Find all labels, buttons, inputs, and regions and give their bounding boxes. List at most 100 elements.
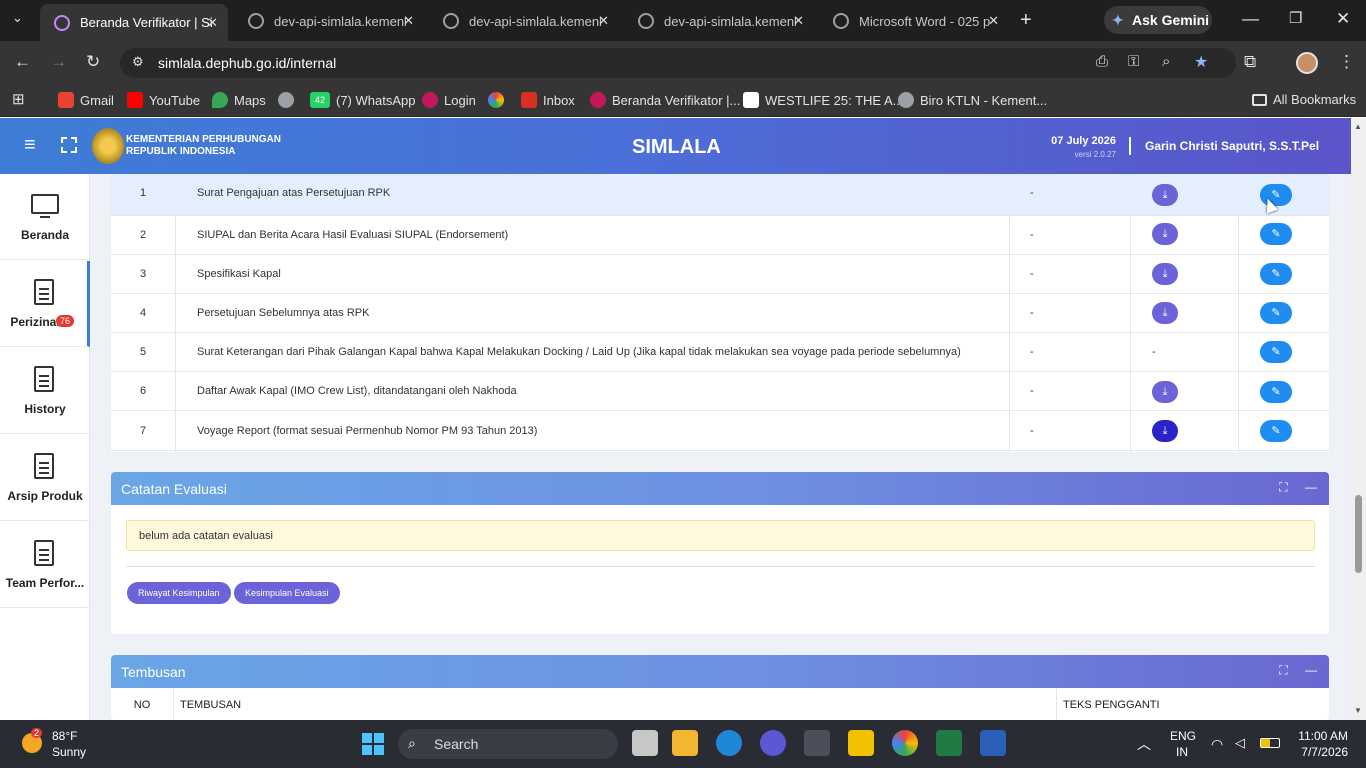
tab-dev-api-1[interactable]: dev-api-simlala.kemenl ✕ — [234, 6, 424, 36]
edit-button[interactable]: ✎ — [1260, 420, 1292, 442]
maximize-icon[interactable]: ❐ — [1289, 9, 1302, 27]
tab-dev-api-2[interactable]: dev-api-simlala.kemenl ✕ — [429, 6, 619, 36]
edit-button[interactable]: ✎ — [1260, 302, 1292, 324]
reload-icon[interactable]: ↻ — [86, 52, 100, 72]
bookmark-maps[interactable]: Maps — [212, 92, 266, 108]
bookmark-westlife[interactable]: WESTLIFE 25: THE A... — [743, 92, 903, 108]
new-tab-icon[interactable]: + — [1020, 9, 1032, 32]
fullscreen-icon[interactable] — [61, 137, 77, 153]
kesimpulan-evaluasi-button[interactable]: Kesimpulan Evaluasi — [234, 582, 340, 604]
sidebar-item-team-performance[interactable]: Team Perfor... — [0, 522, 90, 608]
apps-grid-icon[interactable]: ⊞ — [12, 90, 25, 108]
scrollbar-thumb[interactable] — [1355, 495, 1362, 573]
excel-icon[interactable] — [936, 730, 962, 756]
youtube-icon — [127, 92, 143, 108]
document-icon — [34, 279, 54, 305]
sidebar-item-arsip-produk[interactable]: Arsip Produk — [0, 435, 90, 521]
close-tab-icon[interactable]: ✕ — [403, 13, 414, 29]
tab-microsoft-word[interactable]: Microsoft Word - 025 p ✕ — [819, 6, 1009, 36]
column-header-tembusan: TEMBUSAN — [180, 699, 242, 711]
edge-icon[interactable] — [716, 730, 742, 756]
camera-app-icon[interactable] — [804, 730, 830, 756]
download-button[interactable]: ⤓ — [1152, 302, 1178, 324]
tab-title: Beranda Verifikator | Si — [80, 15, 213, 30]
chrome-menu-icon[interactable]: ⋮ — [1338, 52, 1355, 72]
bookmark-login[interactable]: Login — [422, 92, 476, 108]
bookmark-youtube[interactable]: YouTube — [127, 92, 200, 108]
sidebar-item-beranda[interactable]: Beranda — [0, 174, 90, 260]
zoom-icon[interactable]: ⌕ — [1162, 53, 1170, 70]
wifi-icon[interactable]: ◠ — [1211, 736, 1223, 753]
expand-icon[interactable]: ⛶ — [1279, 663, 1287, 677]
edit-button[interactable]: ✎ — [1260, 381, 1292, 403]
window-close-icon[interactable]: ✕ — [1336, 9, 1350, 29]
password-key-icon[interactable]: ⚿ — [1128, 53, 1139, 70]
all-bookmarks[interactable]: All Bookmarks — [1252, 92, 1356, 107]
scroll-up-icon[interactable]: ▲ — [1354, 122, 1362, 131]
download-button[interactable]: ⤓ — [1152, 263, 1178, 285]
install-app-icon[interactable]: ⎙ — [1096, 53, 1108, 70]
bookmark-photos[interactable] — [488, 92, 510, 108]
site-info-icon[interactable]: ⚙ — [132, 54, 144, 70]
kemenhub-logo — [92, 128, 124, 164]
hamburger-menu-icon[interactable]: ≡ — [24, 135, 36, 155]
address-bar[interactable]: ⚙ simlala.dephub.go.id/internal ⎙ ⚿ ⌕ ★ — [120, 48, 1236, 78]
task-view-icon[interactable] — [632, 730, 658, 756]
riwayat-kesimpulan-button[interactable]: Riwayat Kesimpulan — [127, 582, 231, 604]
user-name[interactable]: Garin Christi Saputri, S.S.T.Pel — [1145, 139, 1319, 153]
forward-arrow-icon[interactable]: → — [50, 52, 67, 72]
bookmark-beranda-verifikator[interactable]: Beranda Verifikator |... — [590, 92, 740, 108]
profile-avatar[interactable] — [1296, 52, 1318, 74]
url-text[interactable]: simlala.dephub.go.id/internal — [158, 55, 336, 71]
edit-button[interactable]: ✎ — [1260, 263, 1292, 285]
chrome-icon[interactable] — [892, 730, 918, 756]
language-region[interactable]: IN — [1176, 745, 1188, 759]
weather-temp[interactable]: 88°F — [52, 729, 77, 743]
tab-dev-api-3[interactable]: dev-api-simlala.kemenl ✕ — [624, 6, 814, 36]
globe-icon — [248, 13, 264, 29]
tab-beranda-verifikator[interactable]: Beranda Verifikator | Si ✕ — [40, 4, 228, 41]
volume-icon[interactable]: ◁ — [1235, 735, 1245, 751]
show-hidden-icons[interactable]: ︿ — [1137, 734, 1151, 754]
weather-desc[interactable]: Sunny — [52, 745, 86, 759]
word-icon[interactable] — [980, 730, 1006, 756]
bookmark-gmail[interactable]: Gmail — [58, 92, 114, 108]
page-scrollbar[interactable] — [1351, 118, 1366, 720]
scroll-down-icon[interactable]: ▼ — [1354, 706, 1362, 715]
bookmark-whatsapp[interactable]: 42 (7) WhatsApp — [310, 92, 415, 108]
windows-start-icon[interactable] — [362, 733, 384, 755]
bookmark-biro-ktln[interactable]: Biro KTLN - Kement... — [898, 92, 1047, 108]
minimize-icon[interactable]: — — [1242, 9, 1259, 29]
close-tab-icon[interactable]: ✕ — [207, 15, 218, 31]
bookmark-inbox[interactable]: Inbox — [521, 92, 575, 108]
edit-button[interactable]: ✎ — [1260, 223, 1292, 245]
clock-date[interactable]: 7/7/2026 — [1290, 745, 1348, 759]
ask-gemini-button[interactable]: ✦ Ask Gemini — [1104, 6, 1212, 34]
sidebar-item-perizinan[interactable]: Perizinan 76 — [0, 261, 90, 347]
tab-search-icon[interactable]: ⌄ — [12, 10, 23, 26]
sidebar-item-history[interactable]: History — [0, 348, 90, 434]
download-button[interactable]: ⤓ — [1152, 184, 1178, 206]
download-button[interactable]: ⤓ — [1152, 381, 1178, 403]
extensions-icon[interactable]: ⧉ — [1244, 52, 1256, 72]
close-tab-icon[interactable]: ✕ — [988, 13, 999, 29]
sticky-notes-icon[interactable] — [848, 730, 874, 756]
bookmark-star-icon[interactable]: ★ — [1194, 52, 1208, 72]
close-tab-icon[interactable]: ✕ — [793, 13, 804, 29]
language-code[interactable]: ENG — [1170, 729, 1196, 743]
taskbar-search-box[interactable]: ⌕ Search — [398, 729, 618, 759]
document-icon — [34, 366, 54, 392]
file-explorer-icon[interactable] — [672, 730, 698, 756]
download-button[interactable]: ⤓ — [1152, 223, 1178, 245]
download-button[interactable]: ⤓ — [1152, 420, 1178, 442]
close-tab-icon[interactable]: ✕ — [598, 13, 609, 29]
collapse-icon[interactable]: — — [1305, 480, 1317, 494]
expand-icon[interactable]: ⛶ — [1279, 480, 1287, 494]
collapse-icon[interactable]: — — [1305, 663, 1317, 677]
back-arrow-icon[interactable]: ← — [14, 52, 31, 72]
copilot-icon[interactable] — [760, 730, 786, 756]
edit-button[interactable]: ✎ — [1260, 341, 1292, 363]
battery-icon[interactable] — [1260, 738, 1280, 748]
clock-time[interactable]: 11:00 AM — [1290, 729, 1348, 743]
bookmark-globe[interactable] — [278, 92, 300, 108]
